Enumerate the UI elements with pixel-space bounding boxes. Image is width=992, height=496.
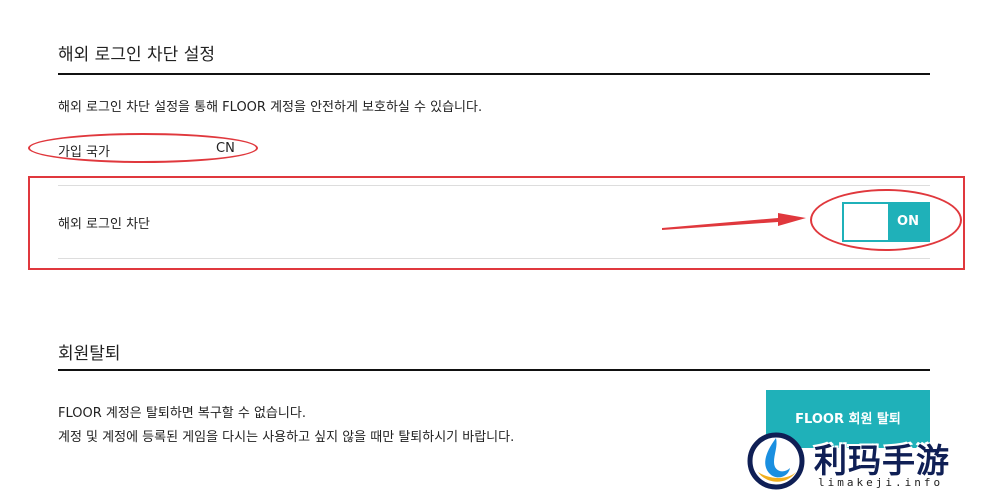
- watermark-url: limakeji.info: [818, 476, 944, 489]
- annotation-ellipse-country: [28, 133, 258, 163]
- withdraw-line-1: FLOOR 계정은 탈퇴하면 복구할 수 없습니다.: [58, 406, 306, 421]
- swirl-logo-icon: [747, 432, 805, 490]
- watermark: 利玛手游 limakeji.info: [744, 430, 984, 492]
- watermark-name: 利玛手游: [814, 441, 950, 480]
- overseas-block-title: 해외 로그인 차단 설정: [58, 45, 215, 65]
- withdraw-line-2: 계정 및 계정에 등록된 게임을 다시는 사용하고 싶지 않을 때만 탈퇴하시기…: [58, 430, 515, 445]
- section-divider: [58, 73, 930, 75]
- overseas-block-description: 해외 로그인 차단 설정을 통해 FLOOR 계정을 안전하게 보호하실 수 있…: [58, 100, 483, 115]
- section-divider: [58, 369, 930, 371]
- account-settings-page: 해외 로그인 차단 설정 해외 로그인 차단 설정을 통해 FLOOR 계정을 …: [0, 0, 992, 496]
- arrow-right-icon: [662, 213, 806, 230]
- withdraw-title: 회원탈퇴: [58, 344, 121, 364]
- annotation-ellipse-toggle: [810, 189, 962, 251]
